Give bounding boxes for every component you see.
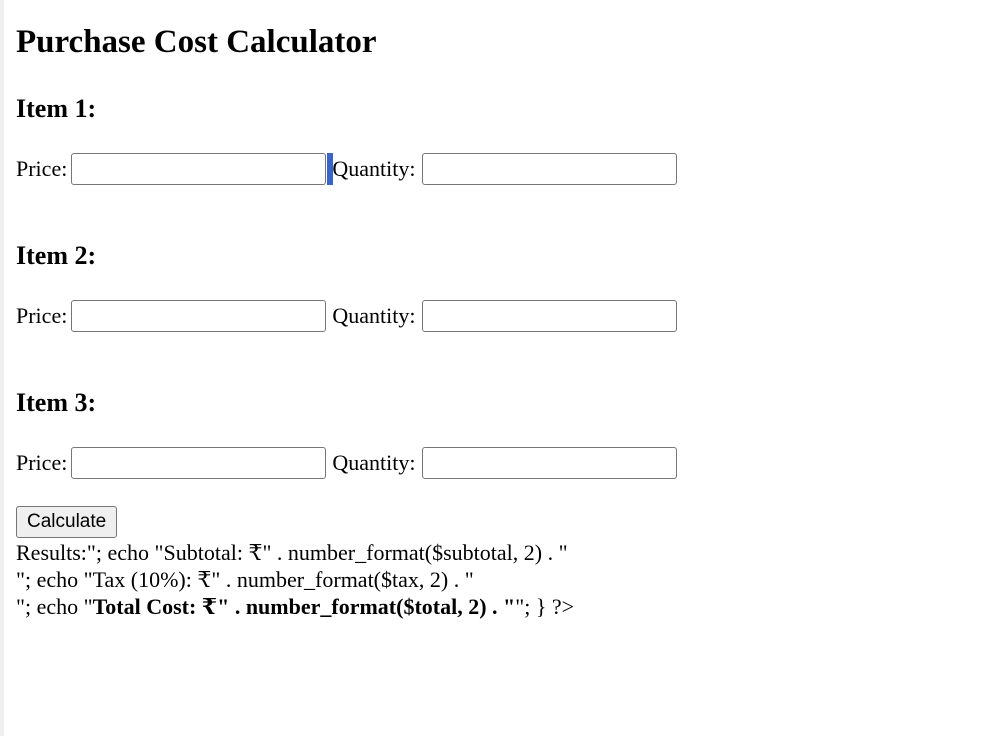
item-1-quantity-label: Quantity: bbox=[332, 156, 416, 181]
results-line-tax: "; echo "Tax (10%): ₹" . number_format($… bbox=[16, 567, 474, 592]
item-2-row: Price: Quantity: bbox=[16, 300, 678, 332]
item-1-price-label: Price: bbox=[16, 156, 68, 181]
item-2-price-label: Price: bbox=[16, 303, 68, 328]
results-line-subtotal: Results:"; echo "Subtotal: ₹" . number_f… bbox=[16, 540, 568, 565]
item-3-heading: Item 3: bbox=[16, 388, 97, 417]
item-2-heading: Item 2: bbox=[16, 241, 97, 270]
calculate-button[interactable]: Calculate bbox=[16, 506, 118, 538]
item-1-heading: Item 1: bbox=[16, 94, 97, 123]
item-2-quantity-label: Quantity: bbox=[332, 303, 416, 328]
item-3-quantity-input[interactable] bbox=[422, 447, 678, 479]
item-3-row: Price: Quantity: bbox=[16, 447, 678, 479]
item-3-price-input[interactable] bbox=[71, 447, 327, 479]
item-2-quantity-input[interactable] bbox=[422, 300, 678, 332]
results-line-total-prefix: "; echo " bbox=[16, 594, 93, 619]
item-2-price-input[interactable] bbox=[71, 300, 327, 332]
results-line-total: "; echo "Total Cost: ₹" . number_format(… bbox=[16, 593, 574, 620]
item-1-quantity-input[interactable] bbox=[422, 153, 678, 185]
item-3-price-label: Price: bbox=[16, 450, 68, 475]
results-output: Results:"; echo "Subtotal: ₹" . number_f… bbox=[16, 539, 574, 620]
item-1-row: Price: Quantity: bbox=[16, 153, 678, 185]
results-line-total-suffix: "; } ?> bbox=[515, 594, 575, 619]
item-3-quantity-label: Quantity: bbox=[332, 450, 416, 475]
page-title: Purchase Cost Calculator bbox=[16, 24, 377, 60]
window-left-edge bbox=[0, 0, 4, 736]
results-total-cost-bold: Total Cost: ₹" . number_format($total, 2… bbox=[92, 594, 516, 619]
item-1-price-input[interactable] bbox=[71, 153, 327, 185]
